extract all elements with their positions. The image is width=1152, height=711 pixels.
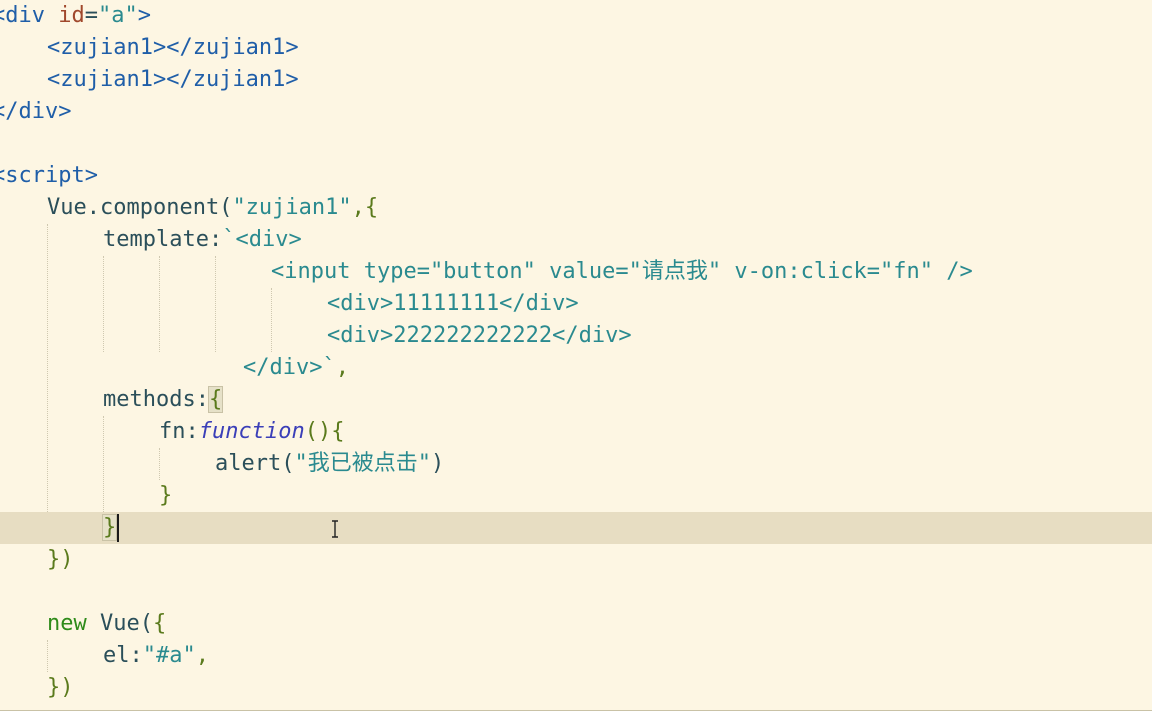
code-line[interactable]: }) [0,544,1152,576]
code-line-text: <div>11111111</div> [327,288,579,320]
code-token: </div>` [243,355,336,380]
code-line-text: </div> [0,96,71,128]
text-caret [117,514,119,542]
code-token: </div> [0,99,72,124]
code-line[interactable]: alert("我已被点击") [0,448,1152,480]
code-token: <div>222222222222</div> [327,323,632,348]
code-line[interactable]: template:`<div> [0,224,1152,256]
code-line[interactable]: <script> [0,160,1152,192]
code-line[interactable]: new Vue({ [0,608,1152,640]
code-line-text: el:"#a", [103,640,209,672]
code-line-text: } [101,512,118,544]
code-line-text: Vue.component("zujian1",{ [47,192,378,224]
code-token: fn: [159,419,199,444]
code-token: Vue( [86,611,153,636]
code-line-text: <zujian1></zujian1> [47,32,299,64]
code-token: <div [0,3,45,28]
code-line[interactable]: Vue.component("zujian1",{ [0,192,1152,224]
code-line[interactable]: } [0,480,1152,512]
code-line[interactable]: <zujian1></zujian1> [0,64,1152,96]
code-token: Vue.component( [47,195,233,220]
code-token: { [152,611,167,636]
code-line-text: }) [47,544,74,576]
code-token: } [159,483,173,508]
code-line[interactable]: <div id="a"> [0,0,1152,32]
code-token: "我已被点击" [294,451,431,476]
code-token: }) [47,675,74,700]
code-line-text: <zujian1></zujian1> [47,64,299,96]
code-editor[interactable]: <div id="a"> <zujian1></zujian1> <zujian1>… [0,0,1152,711]
code-token: "zujian1" [232,195,352,220]
code-line-text: methods:{ [103,384,224,416]
code-token: el: [103,643,143,668]
code-token: alert( [215,451,295,476]
code-token: }) [47,547,74,572]
current-code-line[interactable]: } [0,512,1152,544]
code-line-text: } [159,480,172,512]
code-token: new [47,611,87,636]
code-line-text: }) [47,672,74,704]
ibeam-cursor-icon [332,520,338,538]
code-line[interactable] [0,128,1152,160]
code-token: (){ [304,419,345,444]
code-line[interactable] [0,576,1152,608]
code-line[interactable]: methods:{ [0,384,1152,416]
code-line-text: <script> [0,160,98,192]
code-token: function [198,419,305,444]
code-line-text: <div>222222222222</div> [327,320,632,352]
code-token: = [84,3,98,28]
code-line[interactable]: <div>11111111</div> [0,288,1152,320]
code-token: ` [222,227,236,252]
code-line-text: <div id="a"> [0,0,151,32]
code-token: <script> [0,163,98,188]
code-line[interactable]: </div>`, [0,352,1152,384]
code-token: "a" [97,3,138,28]
code-line[interactable]: }) [0,672,1152,704]
code-line[interactable]: <zujian1></zujian1> [0,32,1152,64]
code-token: "#a" [142,643,196,668]
code-token: , [195,643,209,668]
code-token: <zujian1></zujian1> [47,35,299,60]
code-token: > [137,3,151,28]
code-line[interactable]: <input type="button" value="请点我" v-on:cl… [0,256,1152,288]
code-line-text: new Vue({ [47,608,166,640]
code-line[interactable]: </div> [0,96,1152,128]
code-line-text: </div>`, [243,352,349,384]
code-line[interactable]: <div>222222222222</div> [0,320,1152,352]
code-token: ,{ [351,195,379,220]
code-token: <div> [235,227,302,252]
code-line-text: <input type="button" value="请点我" v-on:cl… [271,256,973,288]
code-line-text: template:`<div> [103,224,302,256]
code-token: methods: [103,387,209,412]
code-token: { [207,386,224,413]
code-token: , [335,355,349,380]
code-token: ) [430,451,445,476]
code-token: <div>11111111</div> [327,291,579,316]
code-token: template: [103,227,223,252]
code-token: } [101,514,118,541]
code-line-text: alert("我已被点击") [215,448,444,480]
code-token: id [58,3,85,28]
code-line-text: fn:function(){ [159,416,344,448]
code-line[interactable]: el:"#a", [0,640,1152,672]
code-token: <input type="button" value="请点我" v-on:cl… [271,259,973,284]
code-token: <zujian1></zujian1> [47,67,299,92]
code-line[interactable]: fn:function(){ [0,416,1152,448]
